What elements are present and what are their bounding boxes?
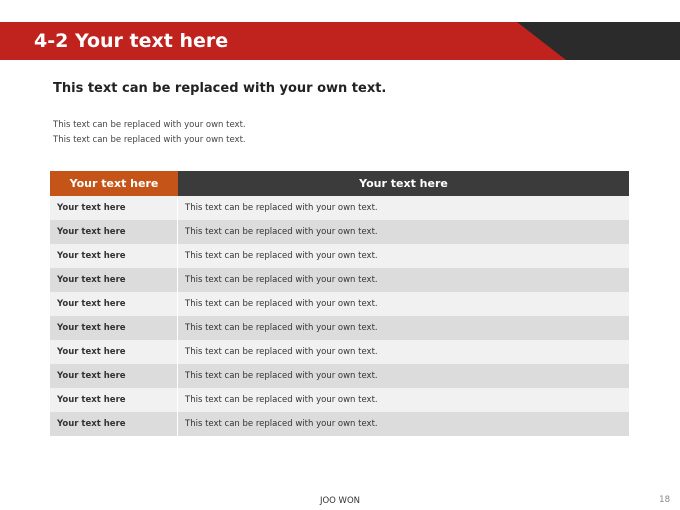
header-band: 4-2 Your text here	[0, 22, 680, 60]
row-label: Your text here	[50, 340, 178, 364]
table-row: Your text here This text can be replaced…	[50, 244, 629, 268]
table-header-cell-left: Your text here	[50, 171, 178, 196]
content-table: Your text here Your text here Your text …	[50, 171, 629, 436]
row-value: This text can be replaced with your own …	[185, 371, 378, 381]
table-row: Your text here This text can be replaced…	[50, 364, 629, 388]
row-label: Your text here	[50, 412, 178, 436]
slide-title: 4-2 Your text here	[34, 30, 229, 52]
row-value: This text can be replaced with your own …	[185, 323, 378, 333]
row-value: This text can be replaced with your own …	[185, 419, 378, 429]
footer-author: JOO WON	[319, 496, 361, 506]
row-label: Your text here	[50, 268, 178, 292]
slide: 4-2 Your text here This text can be repl…	[0, 0, 680, 510]
row-label: Your text here	[50, 292, 178, 316]
row-label: Your text here	[50, 196, 178, 220]
subtitle: This text can be replaced with your own …	[53, 81, 387, 96]
row-label: Your text here	[50, 220, 178, 244]
table-row: Your text here This text can be replaced…	[50, 220, 629, 244]
table-row: Your text here This text can be replaced…	[50, 196, 629, 220]
row-label: Your text here	[50, 316, 178, 340]
page-number: 18	[659, 495, 670, 505]
row-value: This text can be replaced with your own …	[185, 299, 378, 309]
row-value: This text can be replaced with your own …	[185, 395, 378, 405]
row-label: Your text here	[50, 364, 178, 388]
table-row: Your text here This text can be replaced…	[50, 340, 629, 364]
body-line-2: This text can be replaced with your own …	[53, 134, 246, 145]
table-row: Your text here This text can be replaced…	[50, 316, 629, 340]
table-row: Your text here This text can be replaced…	[50, 268, 629, 292]
row-label: Your text here	[50, 244, 178, 268]
table-header-cell-right: Your text here	[178, 171, 629, 196]
body-text: This text can be replaced with your own …	[53, 118, 246, 147]
row-value: This text can be replaced with your own …	[185, 347, 378, 357]
row-value: This text can be replaced with your own …	[185, 203, 378, 213]
row-value: This text can be replaced with your own …	[185, 275, 378, 285]
table-row: Your text here This text can be replaced…	[50, 292, 629, 316]
body-line-1: This text can be replaced with your own …	[53, 120, 246, 130]
row-label: Your text here	[50, 388, 178, 412]
table-header: Your text here Your text here	[50, 171, 629, 196]
row-value: This text can be replaced with your own …	[185, 251, 378, 261]
table-row: Your text here This text can be replaced…	[50, 412, 629, 436]
table-row: Your text here This text can be replaced…	[50, 388, 629, 412]
row-value: This text can be replaced with your own …	[185, 227, 378, 237]
